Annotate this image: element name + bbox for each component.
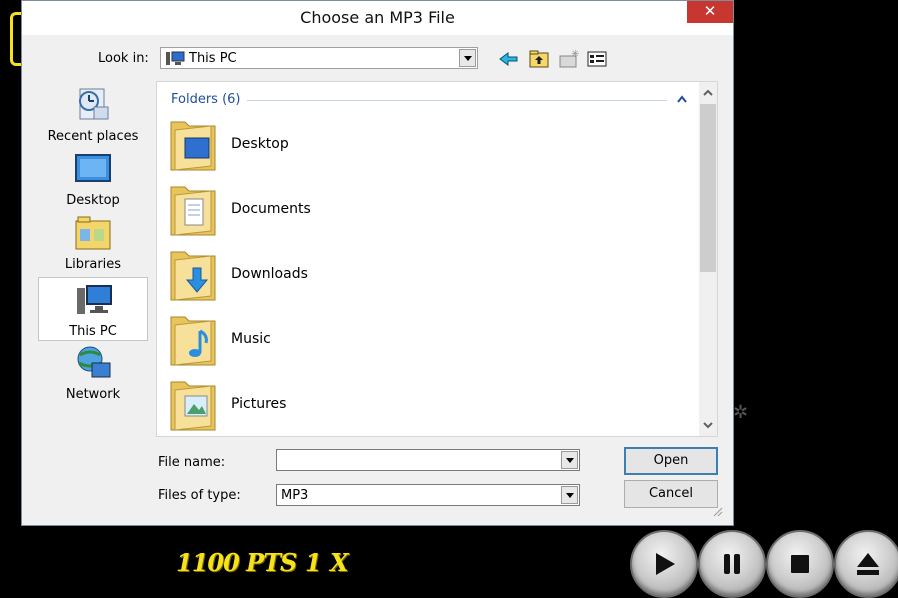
look-in-value: This PC xyxy=(189,51,237,66)
svg-text:✳: ✳ xyxy=(571,49,579,60)
place-network[interactable]: Network xyxy=(38,341,148,405)
folder-item-documents[interactable]: Documents xyxy=(167,179,667,241)
title-bar[interactable]: Choose an MP3 File ✕ xyxy=(22,1,733,35)
stop-button[interactable] xyxy=(766,530,834,598)
play-icon xyxy=(656,553,675,575)
folder-name: Documents xyxy=(231,201,311,217)
open-file-dialog: Choose an MP3 File ✕ Look in: This PC ✳ xyxy=(21,0,734,526)
file-type-select[interactable]: MP3 xyxy=(276,484,580,506)
resize-grip-icon[interactable] xyxy=(711,505,723,517)
folder-item-downloads[interactable]: Downloads xyxy=(167,244,667,306)
downloads-folder-icon xyxy=(170,251,216,301)
this-pc-small-icon xyxy=(166,51,185,65)
scroll-down-icon[interactable] xyxy=(703,420,713,430)
group-divider xyxy=(247,100,667,101)
folder-name: Downloads xyxy=(231,266,308,282)
place-this-pc[interactable]: This PC xyxy=(38,277,148,341)
multiplier-display: 1 X xyxy=(305,548,349,577)
pause-icon xyxy=(724,554,740,574)
file-type-label: Files of type: xyxy=(158,488,241,503)
documents-folder-icon xyxy=(170,186,216,236)
file-name-combobox[interactable] xyxy=(276,449,580,471)
place-label: Desktop xyxy=(66,193,120,208)
dialog-client: Look in: This PC ✳ Recent places Desktop… xyxy=(30,35,725,519)
folder-item-desktop[interactable]: Desktop xyxy=(167,114,667,176)
folders-group-header[interactable]: Folders (6) xyxy=(171,92,241,107)
folder-item-music[interactable]: Music xyxy=(167,309,667,371)
file-type-value: MP3 xyxy=(281,488,309,503)
up-folder-icon[interactable] xyxy=(528,49,550,69)
places-bar: Recent places Desktop Libraries This PC … xyxy=(38,81,148,427)
libraries-icon xyxy=(75,216,111,250)
cancel-button[interactable]: Cancel xyxy=(624,480,718,508)
folder-name: Pictures xyxy=(231,396,287,412)
place-label: Network xyxy=(65,387,121,402)
new-folder-icon[interactable]: ✳ xyxy=(558,49,580,69)
folder-name: Desktop xyxy=(231,136,289,152)
folder-name: Music xyxy=(231,331,271,347)
network-icon xyxy=(77,346,111,378)
place-label: Recent places xyxy=(47,129,139,144)
look-in-combobox[interactable]: This PC xyxy=(160,47,478,69)
dialog-title: Choose an MP3 File xyxy=(300,8,455,27)
background-gear-icon: ✲ xyxy=(733,402,749,423)
place-label: Libraries xyxy=(64,257,122,272)
vertical-scrollbar[interactable] xyxy=(699,82,717,436)
place-libraries[interactable]: Libraries xyxy=(38,211,148,275)
back-arrow-icon[interactable] xyxy=(498,49,520,69)
this-pc-icon xyxy=(77,285,112,314)
place-desktop[interactable]: Desktop xyxy=(38,147,148,211)
recent-places-icon xyxy=(79,88,109,120)
scrollbar-thumb[interactable] xyxy=(700,104,716,272)
view-menu-icon[interactable] xyxy=(586,49,608,69)
file-type-dropdown-button[interactable] xyxy=(561,486,578,504)
eject-button[interactable] xyxy=(834,530,898,598)
place-label: This PC xyxy=(69,324,117,339)
music-folder-icon xyxy=(170,316,216,366)
file-list-view[interactable]: Folders (6) Desktop Documents Downloads … xyxy=(156,81,718,437)
open-button[interactable]: Open xyxy=(624,447,718,475)
folder-item-pictures[interactable]: Pictures xyxy=(167,374,667,436)
desktop-folder-icon xyxy=(170,121,216,171)
score-display: 1100 PTS xyxy=(176,548,297,577)
pictures-folder-icon xyxy=(170,381,216,431)
stop-icon xyxy=(791,555,809,573)
close-button[interactable]: ✕ xyxy=(687,1,733,23)
scroll-up-icon[interactable] xyxy=(703,88,713,98)
desktop-icon xyxy=(75,154,111,182)
file-name-label: File name: xyxy=(158,455,226,470)
look-in-label: Look in: xyxy=(98,51,149,66)
file-name-dropdown-button[interactable] xyxy=(561,451,578,469)
eject-icon xyxy=(857,553,879,575)
play-button[interactable] xyxy=(630,530,698,598)
pause-button[interactable] xyxy=(698,530,766,598)
look-in-dropdown-button[interactable] xyxy=(459,49,476,67)
collapse-chevron-icon[interactable] xyxy=(677,94,687,104)
place-recent-places[interactable]: Recent places xyxy=(38,83,148,147)
